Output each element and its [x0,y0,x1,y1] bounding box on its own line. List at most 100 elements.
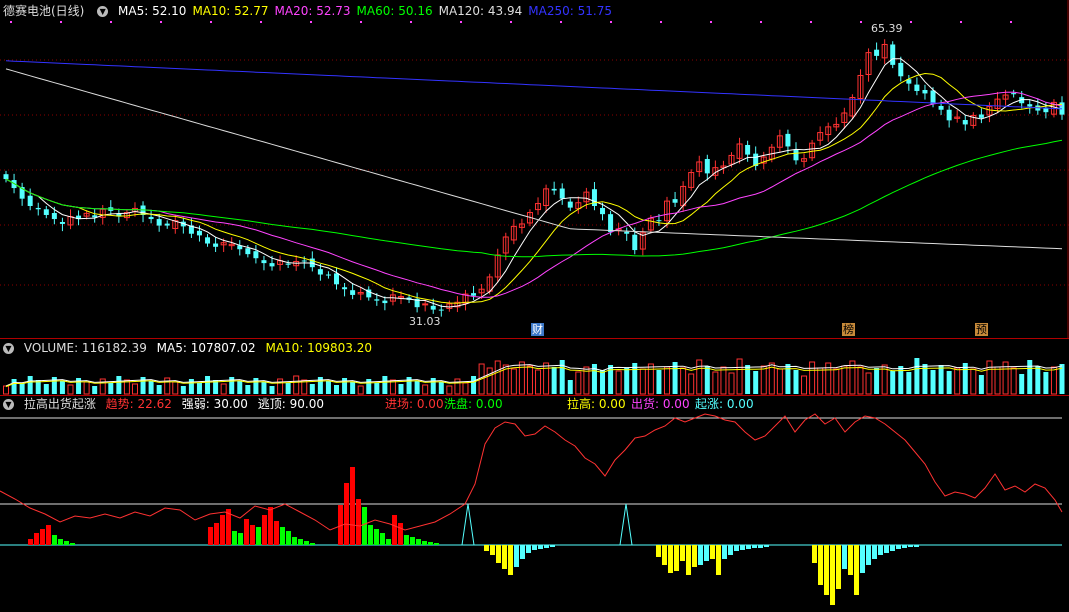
indicator-bar [52,535,57,545]
indicator-bar [674,545,679,571]
indicator-bar [490,545,495,555]
indicator-bar [220,515,225,545]
signal-dot [110,21,112,23]
volume-bar [639,368,646,395]
signal-dot [60,21,62,23]
candle-body [430,305,436,310]
volume-bar [914,358,920,394]
volume-bar [43,384,49,394]
volume-bar [760,365,767,395]
volume-bar [865,372,872,395]
indicator-bar [386,539,391,545]
volume-bar [325,381,331,394]
indicator-bar [698,545,703,565]
volume-chart[interactable] [0,339,1069,395]
volume-bar [131,383,138,395]
volume-bar [874,368,880,394]
candle-body [164,223,170,226]
volume-bar [833,368,840,395]
indicator-bar [208,527,213,545]
volume-bar [92,386,98,394]
ma250-line [5,60,1063,110]
volume-bar [1035,366,1041,394]
main-chart-panel[interactable]: 德赛电池(日线) ▼ MA5: 52.10 MA10: 52.77 MA20: 52… [0,0,1069,338]
volume-bar [1027,360,1033,394]
indicator-bar [734,545,739,551]
volume-bar [551,367,557,394]
volume-bar [567,380,573,394]
indicator-bar [854,545,859,595]
volume-bar [526,365,533,395]
dragon-tiger-marker[interactable]: 榜 [842,323,855,336]
candle-body [374,299,380,301]
ma10-line [5,72,1063,304]
indicator-bar [502,545,507,569]
candle-body [51,213,57,220]
signal-dot [210,21,212,23]
volume-bar [454,378,461,395]
indicator-bar [508,545,513,575]
candle-body [624,231,630,234]
volume-bar [414,381,420,394]
volume-bar [970,368,977,395]
candlestick-chart[interactable] [0,0,1069,338]
indicator-bar [274,521,279,545]
volume-bar [857,366,864,395]
volume-bar [753,371,759,394]
indicator-chart[interactable] [0,396,1069,612]
candle-body [43,209,49,215]
forecast-marker[interactable]: 预 [975,323,988,336]
indicator-panel[interactable]: ▼ 拉高出货起涨 趋势: 22.62 强弱: 30.00 逃顶: 90.00 进… [0,396,1069,612]
candle-body [672,199,678,203]
volume-bar [728,372,735,395]
signal-spike [461,503,475,546]
signal-dot [960,21,962,23]
indicator-bar [46,525,51,545]
indicator-bar [362,507,367,545]
indicator-bar [532,545,537,550]
candle-body [946,109,952,121]
candle-body [35,207,41,210]
volume-bar [1019,374,1025,394]
indicator-bar [350,467,355,545]
candle-body [269,263,275,267]
signal-dot [460,21,462,23]
indicator-bar [304,541,309,545]
volume-bar [776,368,783,395]
candle-body [898,62,904,77]
volume-bar [600,370,606,394]
volume-panel[interactable]: ▼ VOLUME: 116182.39 MA5: 107807.02 MA10:… [0,339,1069,395]
volume-bar [99,378,106,395]
volume-bar [398,384,404,394]
indicator-bar [704,545,709,561]
indicator-bar [680,545,685,561]
indicator-bar [848,545,853,575]
volume-bar [196,383,202,394]
indicator-bar [544,545,549,548]
volume-bar [366,379,372,394]
earnings-marker[interactable]: 财 [531,323,544,336]
signal-dot [660,21,662,23]
volume-bar [285,383,291,394]
indicator-bar [514,545,519,567]
indicator-bar [238,533,243,545]
indicator-bar [520,545,525,559]
indicator-bar [286,531,291,545]
volume-bar [277,378,284,395]
volume-bar [430,378,436,394]
candle-body [156,219,162,226]
volume-bar [108,383,114,394]
indicator-bar [662,545,667,565]
volume-bar [809,361,816,395]
indicator-bar [812,545,817,563]
candle-body [978,114,984,118]
volume-bar [1043,372,1049,394]
indicator-bar [256,527,261,545]
indicator-bar [818,545,823,585]
indicator-bar [250,525,255,545]
volume-bar [261,382,267,394]
volume-bar [59,381,65,394]
volume-bar [350,382,356,394]
candle-body [1027,104,1033,107]
volume-bar [164,377,171,395]
